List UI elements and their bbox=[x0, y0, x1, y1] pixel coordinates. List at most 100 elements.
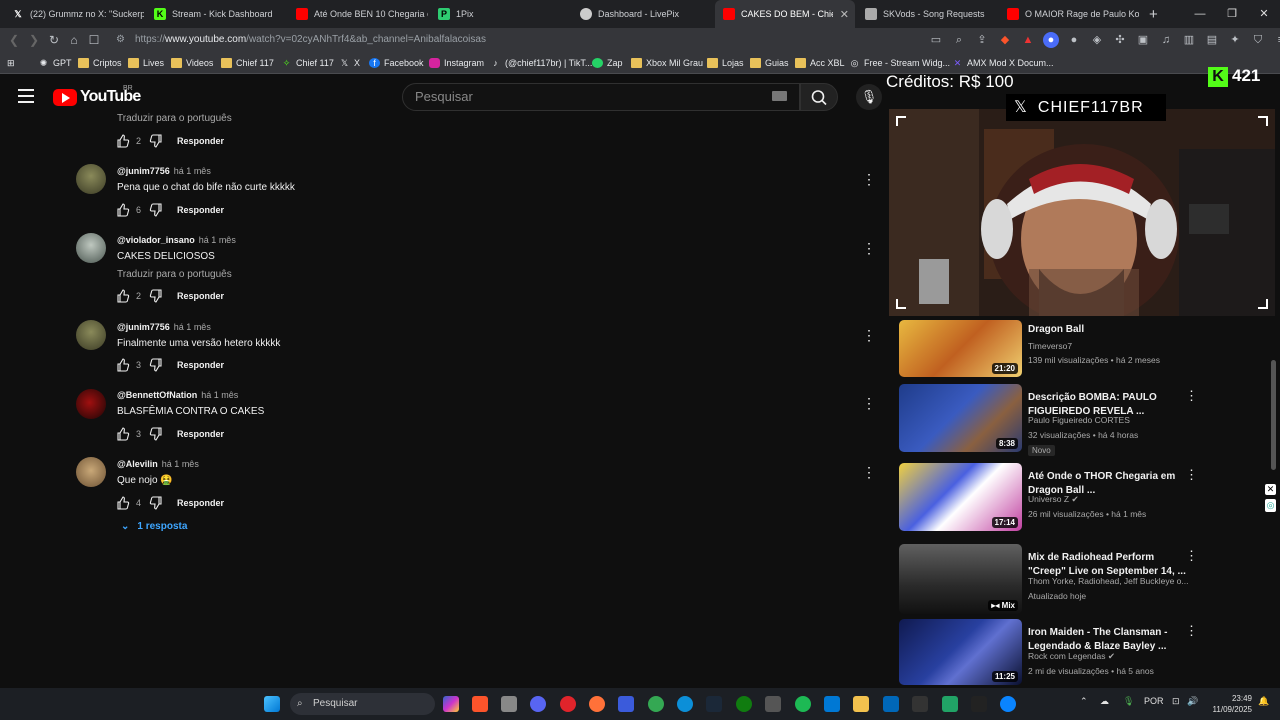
youtube-logo-icon[interactable] bbox=[53, 89, 77, 106]
bookmark-icon[interactable]: ☐ bbox=[86, 32, 102, 48]
avatar[interactable] bbox=[76, 320, 106, 350]
home-icon[interactable]: ⌂ bbox=[66, 32, 82, 48]
reply-button[interactable]: Responder bbox=[177, 291, 224, 301]
app-icon[interactable] bbox=[912, 696, 928, 712]
app-icon[interactable] bbox=[501, 696, 517, 712]
brave-icon[interactable] bbox=[472, 696, 488, 712]
network-icon[interactable]: ⊡ bbox=[1172, 696, 1180, 707]
app-icon[interactable] bbox=[765, 696, 781, 712]
like-icon[interactable] bbox=[116, 358, 130, 372]
minimize-icon[interactable]: — bbox=[1184, 0, 1216, 28]
bookmark-chief117-kick[interactable]: ✧ Chief 117 bbox=[281, 55, 334, 71]
forward-icon[interactable]: ❯ bbox=[26, 32, 42, 48]
brave-shield-icon[interactable]: ◆ bbox=[997, 32, 1013, 48]
bookmark-guias[interactable]: Guias bbox=[750, 55, 789, 71]
tab-ben10[interactable]: Até Onde BEN 10 Chegaria em bbox=[288, 0, 428, 28]
xbox-icon[interactable] bbox=[736, 696, 752, 712]
volume-icon[interactable]: 🔊 bbox=[1187, 696, 1198, 707]
microphone-icon[interactable]: 🎙 bbox=[1123, 696, 1134, 707]
tab-cakes-active[interactable]: CAKES DO BEM - Chief117 ✕ bbox=[715, 0, 855, 28]
close-window-icon[interactable]: ✕ bbox=[1248, 0, 1280, 28]
comment-author[interactable]: @junim7756 há 1 mês bbox=[117, 166, 211, 176]
translate-link[interactable]: Traduzir para o português bbox=[117, 113, 232, 123]
video-menu-icon[interactable]: ⋮ bbox=[1185, 548, 1198, 564]
recommended-video[interactable]: 17:14 Até Onde o THOR Chegaria em Dragon… bbox=[899, 463, 1269, 535]
comment-menu-icon[interactable]: ⋮ bbox=[862, 241, 876, 255]
bookmark-tiktok[interactable]: ♪ (@chief117br) | TikT... bbox=[490, 55, 592, 71]
wallet-icon[interactable]: ▤ bbox=[1204, 32, 1220, 48]
zoom-icon[interactable]: ⌕ bbox=[951, 32, 967, 48]
comment-author[interactable]: @junim7756 há 1 mês bbox=[117, 322, 211, 332]
chrome-icon[interactable] bbox=[648, 696, 664, 712]
taskbar-search[interactable]: ⌕ Pesquisar bbox=[290, 693, 435, 715]
dislike-icon[interactable] bbox=[149, 496, 163, 510]
system-clock[interactable]: 23:49 11/09/2025 bbox=[1208, 693, 1252, 715]
reply-button[interactable]: Responder bbox=[177, 136, 224, 146]
apps-icon[interactable]: ⊞ bbox=[7, 55, 15, 71]
avatar[interactable] bbox=[76, 457, 106, 487]
sidebar-icon[interactable]: ▥ bbox=[1181, 32, 1197, 48]
dislike-icon[interactable] bbox=[149, 427, 163, 441]
video-title[interactable]: Dragon Ball bbox=[1028, 323, 1188, 337]
language-indicator[interactable]: POR bbox=[1144, 696, 1164, 706]
video-thumbnail[interactable]: 17:14 bbox=[899, 463, 1022, 531]
video-menu-icon[interactable]: ⋮ bbox=[1185, 623, 1198, 639]
bookmark-xbox-mil-grau[interactable]: Xbox Mil Grau bbox=[631, 55, 703, 71]
comment-menu-icon[interactable]: ⋮ bbox=[862, 396, 876, 410]
tab-kick-dashboard[interactable]: K Stream - Kick Dashboard bbox=[146, 0, 286, 28]
dislike-icon[interactable] bbox=[149, 134, 163, 148]
channel-name[interactable]: Rock com Legendas ✔ bbox=[1028, 651, 1115, 662]
reply-button[interactable]: Responder bbox=[177, 360, 224, 370]
comment-author[interactable]: @BennettOfNation há 1 mês bbox=[117, 390, 238, 400]
shield-app-icon[interactable] bbox=[618, 696, 634, 712]
recommended-video[interactable]: 8:38 Descrição BOMBA: PAULO FIGUEIREDO R… bbox=[899, 384, 1269, 456]
extension-icon[interactable]: ● bbox=[1066, 32, 1082, 48]
discord-icon[interactable] bbox=[530, 696, 546, 712]
app-icon[interactable] bbox=[1000, 696, 1016, 712]
recommended-video[interactable]: 11:25 Iron Maiden - The Clansman - Legen… bbox=[899, 619, 1269, 691]
bookmark-amx-mod[interactable]: ✕ AMX Mod X Docum... bbox=[952, 55, 1054, 71]
bookmark-videos[interactable]: Videos bbox=[171, 55, 213, 71]
bookmark-acc-xbl[interactable]: Acc XBL bbox=[795, 55, 845, 71]
bookmark-zap[interactable]: Zap bbox=[592, 55, 623, 71]
like-icon[interactable] bbox=[116, 289, 130, 303]
bookmark-lives[interactable]: Lives bbox=[128, 55, 164, 71]
avatar[interactable] bbox=[76, 164, 106, 194]
tab-1pix[interactable]: P 1Pix bbox=[430, 0, 570, 28]
opera-icon[interactable] bbox=[560, 696, 576, 712]
extensions-icon[interactable]: ✣ bbox=[1112, 32, 1128, 48]
back-icon[interactable]: ❮ bbox=[6, 32, 22, 48]
comment-menu-icon[interactable]: ⋮ bbox=[862, 328, 876, 342]
firefox-icon[interactable] bbox=[589, 696, 605, 712]
recommended-mix[interactable]: ▸◂ Mix Mix de Radiohead Perform "Creep" … bbox=[899, 544, 1269, 616]
voice-search-icon[interactable]: 🎙 bbox=[856, 84, 882, 110]
windows-start-icon[interactable] bbox=[264, 696, 280, 712]
tab-livepix[interactable]: Dashboard - LivePix bbox=[572, 0, 712, 28]
bookmark-facebook[interactable]: f Facebook bbox=[369, 55, 424, 71]
like-icon[interactable] bbox=[116, 496, 130, 510]
comment-author[interactable]: @violador_insano há 1 mês bbox=[117, 235, 236, 245]
close-tab-icon[interactable]: ✕ bbox=[840, 8, 849, 21]
menu-icon[interactable]: ≡ bbox=[1273, 32, 1280, 48]
reply-button[interactable]: Responder bbox=[177, 498, 224, 508]
edge-icon[interactable] bbox=[677, 696, 693, 712]
tab-paulo-kogos[interactable]: O MAIOR Rage de Paulo Kogos bbox=[999, 0, 1139, 28]
outlook-icon[interactable] bbox=[824, 696, 840, 712]
video-thumbnail[interactable]: 11:25 bbox=[899, 619, 1022, 685]
cast-icon[interactable]: ▭ bbox=[928, 32, 944, 48]
close-popup-icon[interactable]: ✕ bbox=[1265, 484, 1276, 495]
recommended-video[interactable]: 21:20 Dragon Ball Timeverso7 139 mil vis… bbox=[899, 320, 1269, 392]
bookmark-chief117-folder[interactable]: Chief 117 bbox=[221, 55, 274, 71]
extension-widget-icon[interactable]: ◎ bbox=[1265, 499, 1276, 512]
dislike-icon[interactable] bbox=[149, 203, 163, 217]
search-input[interactable]: Pesquisar bbox=[402, 83, 800, 111]
new-tab-button[interactable]: + bbox=[1141, 0, 1165, 28]
translate-link[interactable]: Traduzir para o português bbox=[117, 269, 232, 280]
video-thumbnail[interactable]: 21:20 bbox=[899, 320, 1022, 377]
bookmark-stream-widgets[interactable]: ◎ Free - Stream Widg... bbox=[849, 55, 950, 71]
store-icon[interactable] bbox=[883, 696, 899, 712]
site-info-icon[interactable]: ⚙ bbox=[116, 31, 125, 49]
extension-icon[interactable]: ▣ bbox=[1135, 32, 1151, 48]
shield-icon[interactable]: ⛉ bbox=[1250, 32, 1266, 48]
sidebar-scrollbar[interactable] bbox=[1271, 360, 1276, 470]
